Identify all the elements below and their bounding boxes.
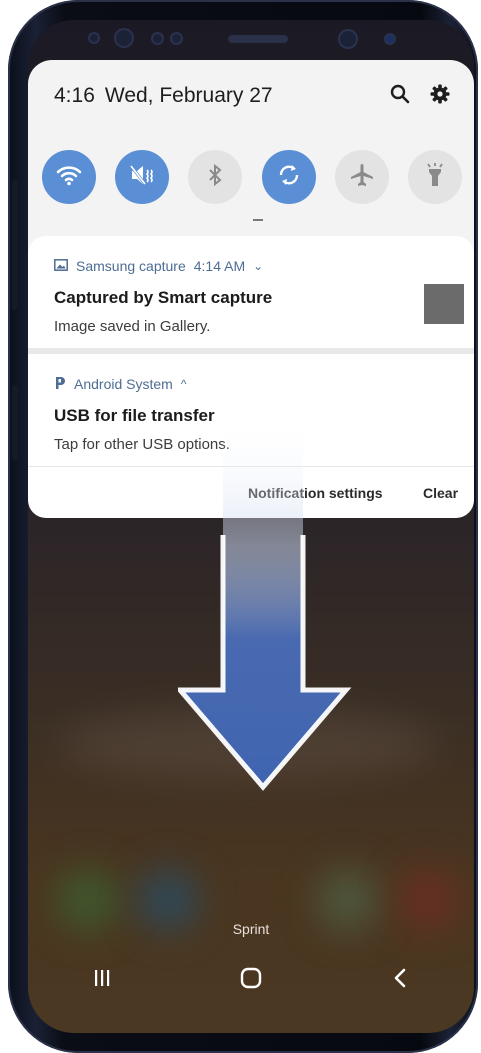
flashlight-icon: [424, 162, 446, 193]
chevron-down-icon[interactable]: ⌄: [253, 259, 263, 273]
gear-icon[interactable]: [430, 84, 450, 109]
notification-divider: [28, 348, 474, 354]
home-button[interactable]: [221, 960, 281, 1000]
chevron-up-icon[interactable]: ^: [181, 377, 187, 391]
wifi-icon: [56, 164, 82, 191]
notification-title: Captured by Smart capture: [54, 288, 273, 307]
screen: 4:16 Wed, February 27 Samsung capture 4:…: [28, 20, 474, 1033]
search-icon[interactable]: [390, 84, 410, 109]
navigation-bar: [28, 960, 474, 1000]
sensor-icon: [153, 34, 162, 43]
auto-rotate-toggle[interactable]: [261, 150, 316, 204]
wifi-toggle[interactable]: [42, 150, 96, 204]
clock: 4:16: [54, 84, 95, 107]
airplane-mode-toggle[interactable]: [334, 150, 389, 204]
date: Wed, February 27: [104, 84, 273, 107]
android-system-icon: [54, 376, 66, 393]
notification-app-name: Samsung capture: [76, 258, 186, 274]
front-camera-icon: [340, 31, 356, 47]
sensor-icon: [172, 34, 181, 43]
home-icon: [240, 967, 262, 994]
clear-button[interactable]: Clear: [423, 485, 458, 501]
back-button[interactable]: [370, 960, 430, 1000]
bluetooth-icon: [207, 163, 223, 192]
mute-icon: [129, 163, 155, 192]
phone-frame: 4:16 Wed, February 27 Samsung capture 4:…: [8, 0, 478, 1053]
bluetooth-toggle[interactable]: [188, 150, 243, 204]
airplane-icon: [349, 162, 375, 193]
mute-toggle[interactable]: [115, 150, 170, 204]
capture-thumbnail: [424, 284, 464, 324]
notification-body: Image saved in Gallery.: [54, 318, 211, 335]
iris-scanner-icon: [116, 30, 132, 46]
earpiece-speaker: [228, 35, 288, 43]
image-icon: [54, 258, 68, 274]
carrier-label: Sprint: [232, 921, 270, 937]
volume-button: [12, 180, 18, 310]
swipe-down-arrow-icon: [178, 415, 352, 791]
bixby-button: [12, 385, 18, 460]
back-icon: [393, 968, 407, 993]
notification-app-name: Android System: [74, 376, 173, 392]
bezel-top: [28, 20, 474, 64]
iris-led-icon: [386, 35, 394, 43]
notification-samsung-capture[interactable]: Samsung capture 4:14 AM ⌄ Captured by Sm…: [54, 256, 454, 335]
recents-button[interactable]: [72, 960, 132, 1000]
recents-icon: [93, 969, 111, 992]
quick-settings-row: [42, 150, 462, 204]
panel-drag-handle[interactable]: [253, 219, 263, 221]
auto-rotate-icon: [276, 162, 302, 193]
notification-time: 4:14 AM: [193, 258, 246, 274]
sensor-icon: [90, 34, 98, 42]
status-row: 4:16 Wed, February 27: [54, 80, 450, 112]
flashlight-toggle[interactable]: [407, 150, 462, 204]
